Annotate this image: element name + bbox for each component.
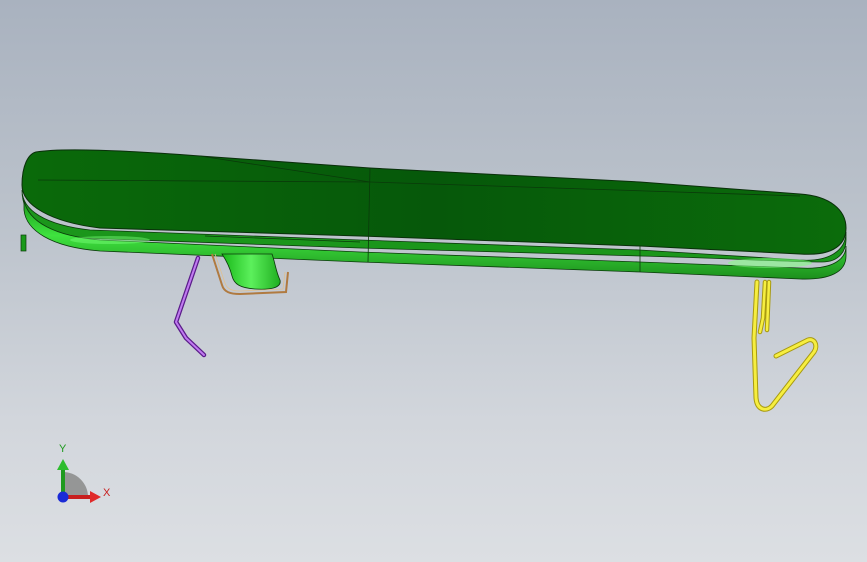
panel-highlight bbox=[728, 258, 812, 268]
x-axis-label: X bbox=[103, 487, 111, 499]
center-bracket[interactable] bbox=[211, 253, 289, 296]
panel-left-tab bbox=[20, 234, 27, 252]
panel-highlight-left bbox=[70, 236, 150, 244]
y-axis-arrow bbox=[57, 459, 69, 470]
clip-prong bbox=[758, 280, 771, 334]
3d-viewport[interactable]: Y X bbox=[0, 0, 867, 562]
main-panel[interactable] bbox=[20, 149, 847, 280]
right-clip[interactable] bbox=[751, 279, 819, 412]
y-axis-label: Y bbox=[59, 443, 67, 455]
z-axis-dot bbox=[57, 491, 69, 503]
coordinate-triad bbox=[57, 459, 101, 503]
cad-model-canvas[interactable] bbox=[0, 0, 867, 562]
left-rod[interactable] bbox=[173, 255, 207, 358]
bracket-body bbox=[221, 253, 281, 290]
x-axis-arrow bbox=[90, 491, 101, 503]
